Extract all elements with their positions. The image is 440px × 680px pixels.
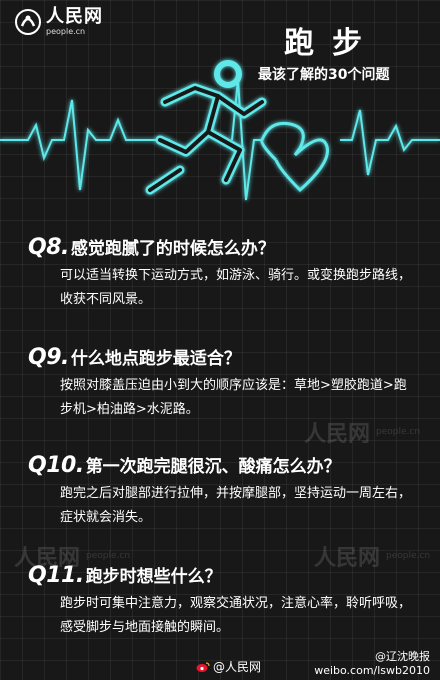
answer-text: 跑完之后对腿部进行拉伸，并按摩腿部，坚持运动一周左右，症状就会消失。 xyxy=(60,486,412,525)
infographic-page: 人民网 people.cn 跑步 最该了解的30个问题 人民网 people.c… xyxy=(0,0,440,680)
footer-source: @人民网 xyxy=(196,658,261,675)
logo-domain: people.cn xyxy=(46,27,86,36)
footer: @人民网 @辽沈晚报 weibo.com/lswb2010 xyxy=(0,650,440,680)
logo-name: 人民网 xyxy=(46,6,103,27)
question-number: Q11. xyxy=(28,563,84,588)
weibo-icon xyxy=(196,661,210,672)
qa-block: Q8. 感觉跑腻了的时候怎么办？ 可以适当转换下运动方式，如游泳、骑行。或变换跑… xyxy=(0,234,440,312)
question-number: Q10. xyxy=(28,453,84,478)
hero-illustration xyxy=(0,60,440,201)
weibo-account: @辽沈晚报 xyxy=(375,650,430,663)
question-text: 跑步时想些什么？ xyxy=(85,567,222,587)
answer-text: 可以适当转换下运动方式，如游泳、骑行。或变换跑步路线，收获不同风景。 xyxy=(60,268,412,307)
runner-icon xyxy=(145,60,267,195)
people-logo-icon xyxy=(15,9,41,35)
weibo-url: weibo.com/lswb2010 xyxy=(314,664,430,677)
answer-text: 按照对膝盖压迫由小到大的顺序应该是：草地>塑胶跑道>跑步机>柏油路>水泥路。 xyxy=(60,378,407,417)
people-logo: 人民网 people.cn xyxy=(14,8,103,36)
qa-block: Q9. 什么地点跑步最适合？ 按照对膝盖压迫由小到大的顺序应该是：草地>塑胶跑道… xyxy=(0,344,440,422)
question-number: Q9. xyxy=(28,345,69,370)
qa-block: Q11. 跑步时想些什么？ 跑步时可集中注意力，观察交通状况，注意心率，聆听呼吸… xyxy=(0,562,440,640)
question-number: Q8. xyxy=(28,235,69,260)
footer-weibo: @辽沈晚报 weibo.com/lswb2010 xyxy=(314,650,430,678)
question-text: 什么地点跑步最适合？ xyxy=(70,349,241,369)
answer-text: 跑步时可集中注意力，观察交通状况，注意心率，聆听呼吸，感受脚步与地面接触的瞬间。 xyxy=(60,596,412,635)
qa-block: Q10. 第一次跑完腿很沉、酸痛怎么办？ 跑完之后对腿部进行拉伸，并按摩腿部，坚… xyxy=(0,452,440,530)
ecg-line-icon xyxy=(0,99,170,191)
source-label: @人民网 xyxy=(213,660,262,674)
question-text: 感觉跑腻了的时候怎么办？ xyxy=(70,239,275,259)
question-text: 第一次跑完腿很沉、酸痛怎么办？ xyxy=(85,457,341,477)
